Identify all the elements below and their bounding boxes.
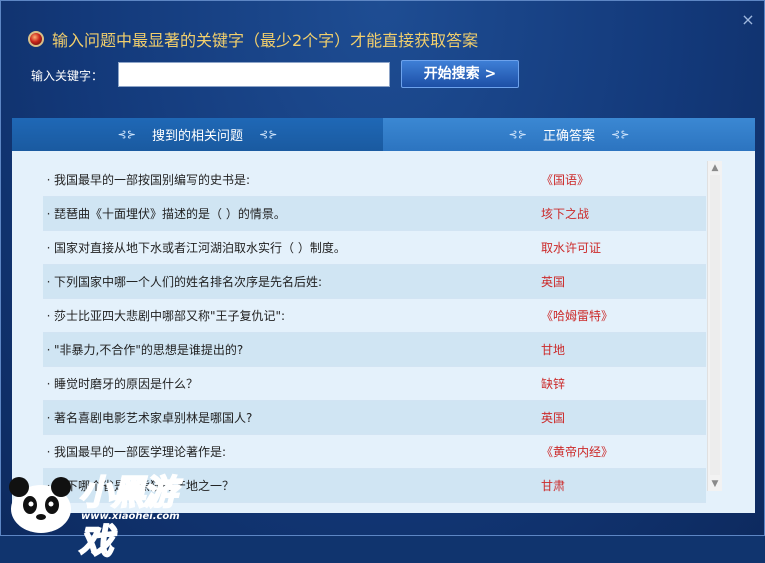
ornament-icon: ⊰⊱ xyxy=(611,128,630,141)
keyword-input[interactable] xyxy=(118,62,390,87)
scroll-thumb[interactable] xyxy=(710,175,720,475)
bullet-icon: · xyxy=(46,206,51,221)
answer-text: 甘肃 xyxy=(541,479,566,493)
results-panel: · 我国最早的一部按国别编写的史书是: 《国语》 · 琵琶曲《十面埋伏》描述的是… xyxy=(12,151,755,513)
result-row[interactable]: · 琵琶曲《十面埋伏》描述的是（ ）的情景。 垓下之战 xyxy=(43,197,706,231)
ornament-icon: ⊰⊱ xyxy=(259,128,278,141)
question-text: 下列国家中哪一个人们的姓名排名次序是先名后姓: xyxy=(54,275,323,289)
ornament-icon: ⊰⊱ xyxy=(508,128,527,141)
result-row[interactable]: · 睡觉时磨牙的原因是什么？ 缺锌 xyxy=(43,367,706,401)
results-list: · 我国最早的一部按国别编写的史书是: 《国语》 · 琵琶曲《十面埋伏》描述的是… xyxy=(43,163,706,503)
results-scrollbar[interactable]: ▲ ▼ xyxy=(707,161,722,491)
gem-icon xyxy=(28,31,44,47)
question-text: "非暴力,不合作"的思想是谁提出的? xyxy=(54,343,244,357)
question-text: 睡觉时磨牙的原因是什么？ xyxy=(54,377,199,391)
watermark-url: www.xiaohei.com xyxy=(81,511,180,522)
answer-text: 《黄帝内经》 xyxy=(541,445,614,459)
answer-text: 英国 xyxy=(541,411,566,425)
keyword-label: 输入关键字： xyxy=(31,69,104,83)
answer-text: 《哈姆雷特》 xyxy=(541,309,614,323)
scroll-up-icon[interactable]: ▲ xyxy=(708,161,722,175)
answer-text: 缺锌 xyxy=(541,377,566,391)
bullet-icon: · xyxy=(46,240,51,255)
bullet-icon: · xyxy=(46,444,51,459)
tab-related-questions[interactable]: ⊰⊱ 搜到的相关问题 ⊰⊱ xyxy=(12,118,383,151)
bullet-icon: · xyxy=(46,410,51,425)
result-row[interactable]: · 我国最早的一部按国别编写的史书是: 《国语》 xyxy=(43,163,706,197)
tab-label: 正确答案 xyxy=(542,129,595,144)
result-row[interactable]: · 莎士比亚四大悲剧中哪部又称"王子复仇记": 《哈姆雷特》 xyxy=(43,299,706,333)
question-text: 著名喜剧电影艺术家卓别林是哪国人? xyxy=(54,411,253,425)
answer-text: 垓下之战 xyxy=(541,207,590,221)
answer-text: 取水许可证 xyxy=(541,241,602,255)
bullet-icon: · xyxy=(46,342,51,357)
question-text: 琵琶曲《十面埋伏》描述的是（ ）的情景。 xyxy=(54,207,286,221)
tab-label: 搜到的相关问题 xyxy=(151,129,243,144)
answer-text: 甘地 xyxy=(541,343,566,357)
watermark-logo: 小黑游戏 www.xiaohei.com xyxy=(1,463,201,563)
title-row: 输入问题中最显著的关键字（最少2个字）才能直接获取答案 xyxy=(28,25,478,53)
dialog-frame: 输入问题中最显著的关键字（最少2个字）才能直接获取答案 × 输入关键字： 开始搜… xyxy=(0,0,765,563)
result-row[interactable]: · 下列国家中哪一个人们的姓名排名次序是先名后姓: 英国 xyxy=(43,265,706,299)
bullet-icon: · xyxy=(46,308,51,323)
question-text: 国家对直接从地下水或者江河湖泊取水实行（ ）制度。 xyxy=(54,241,346,255)
answer-text: 英国 xyxy=(541,275,566,289)
answer-text: 《国语》 xyxy=(541,173,590,187)
scroll-down-icon[interactable]: ▼ xyxy=(708,477,722,491)
bullet-icon: · xyxy=(46,376,51,391)
dialog-title: 输入问题中最显著的关键字（最少2个字）才能直接获取答案 xyxy=(52,31,479,50)
panda-icon xyxy=(9,477,71,533)
question-text: 我国最早的一部医学理论著作是: xyxy=(54,445,227,459)
result-row[interactable]: · 著名喜剧电影艺术家卓别林是哪国人? 英国 xyxy=(43,401,706,435)
bullet-icon: · xyxy=(46,274,51,289)
ornament-icon: ⊰⊱ xyxy=(117,128,136,141)
result-row[interactable]: · 国家对直接从地下水或者江河湖泊取水实行（ ）制度。 取水许可证 xyxy=(43,231,706,265)
question-text: 莎士比亚四大悲剧中哪部又称"王子复仇记": xyxy=(54,309,286,323)
close-button[interactable]: × xyxy=(739,11,757,29)
result-row[interactable]: · "非暴力,不合作"的思想是谁提出的? 甘地 xyxy=(43,333,706,367)
bullet-icon: · xyxy=(46,172,51,187)
question-text: 我国最早的一部按国别编写的史书是: xyxy=(54,173,251,187)
start-search-button[interactable]: 开始搜索 > xyxy=(401,60,519,88)
tab-bar: ⊰⊱ 搜到的相关问题 ⊰⊱ ⊰⊱ 正确答案 ⊰⊱ xyxy=(12,118,755,151)
tab-correct-answer[interactable]: ⊰⊱ 正确答案 ⊰⊱ xyxy=(383,118,755,151)
